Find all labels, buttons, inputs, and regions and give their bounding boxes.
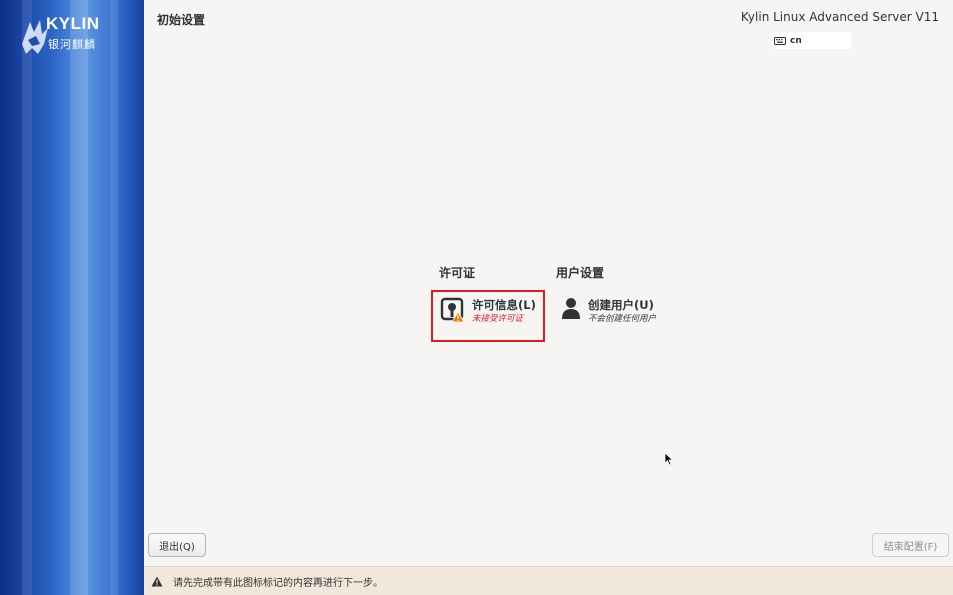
mouse-cursor-icon <box>664 452 674 466</box>
keyboard-layout-label: cn <box>790 35 802 46</box>
logo-subtitle: 银河麒麟 <box>48 38 96 51</box>
sidebar-streak <box>110 0 118 595</box>
create-user-status: 不会创建任何用户 <box>588 314 657 324</box>
license-info-status: 未接受许可证 <box>472 314 524 324</box>
product-name: Kylin Linux Advanced Server V11 <box>740 10 939 24</box>
warning-icon <box>151 576 163 586</box>
user-icon <box>562 298 580 319</box>
license-warning-icon <box>440 297 465 323</box>
warning-bar: 请先完成带有此图标标记的内容再进行下一步。 <box>144 566 953 595</box>
warning-text: 请先完成带有此图标标记的内容再进行下一步。 <box>173 577 383 589</box>
sidebar: KYLIN 银河麒麟 <box>0 0 144 595</box>
section-title-license: 许可证 <box>439 266 476 280</box>
logo-text: KYLIN <box>46 14 100 33</box>
create-user-label: 创建用户(U) <box>588 298 654 312</box>
section-title-user-settings: 用户设置 <box>556 266 605 280</box>
quit-button[interactable]: 退出(Q) <box>148 533 206 557</box>
keyboard-icon <box>774 36 786 45</box>
license-info-label: 许可信息(L) <box>472 298 536 312</box>
license-info-spoke[interactable]: 许可信息(L) 未接受许可证 <box>431 290 545 342</box>
finish-configuration-button[interactable]: 结束配置(F) <box>872 533 949 557</box>
sidebar-streak <box>70 0 88 595</box>
page-title: 初始设置 <box>157 13 206 27</box>
create-user-spoke[interactable]: 创建用户(U) 不会创建任何用户 <box>560 297 656 325</box>
sidebar-streak <box>22 0 32 595</box>
keyboard-layout-indicator[interactable]: cn <box>772 32 851 49</box>
